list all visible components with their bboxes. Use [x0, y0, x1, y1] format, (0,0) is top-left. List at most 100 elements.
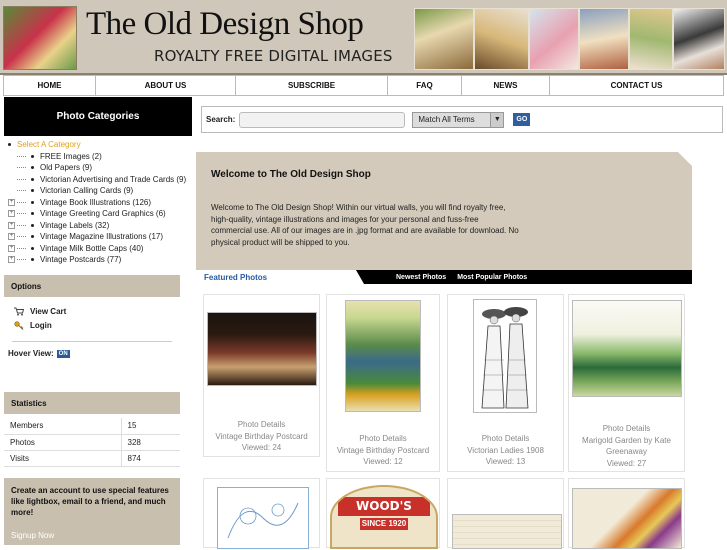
- photo-details-link[interactable]: Photo Details: [327, 433, 439, 445]
- photo-caption: Photo Details Victorian Ladies 1908 View…: [448, 433, 563, 468]
- category-item[interactable]: + Vintage Magazine Illustrations (17): [8, 231, 192, 243]
- header-collage-image: [579, 8, 629, 70]
- category-tree: Select A Category FREE Images (2) Old Pa…: [4, 136, 192, 266]
- match-terms-select[interactable]: Match All Terms ▼: [412, 111, 505, 128]
- hover-view-toggle[interactable]: Hover View: ON: [8, 349, 70, 358]
- photo-card[interactable]: Photo Details Vintage Birthday Postcard …: [326, 294, 440, 472]
- chevron-down-icon[interactable]: ▼: [490, 112, 504, 127]
- expand-icon[interactable]: +: [8, 233, 15, 241]
- bullet-icon: [31, 189, 34, 193]
- photo-caption: Photo Details Marigold Garden by Kate Gr…: [569, 423, 684, 469]
- nav-home[interactable]: HOME: [4, 76, 96, 95]
- photo-details-link[interactable]: Photo Details: [204, 419, 319, 431]
- category-label: Vintage Milk Bottle Caps (40): [40, 243, 144, 253]
- category-label: Vintage Labels (32): [40, 220, 110, 230]
- statistics-table: Members 15 Photos 328 Visits 874: [4, 418, 180, 467]
- login-label: Login: [30, 320, 52, 330]
- nav-contact-us[interactable]: CONTACT US: [550, 76, 723, 95]
- bullet-icon: [31, 166, 34, 170]
- hover-view-on-button[interactable]: ON: [56, 349, 70, 358]
- header-collage-image: [414, 8, 474, 70]
- category-root[interactable]: Select A Category: [8, 139, 192, 151]
- category-item[interactable]: + Vintage Milk Bottle Caps (40): [8, 243, 192, 255]
- photo-details-link[interactable]: Photo Details: [569, 423, 684, 435]
- nav-faq[interactable]: FAQ: [388, 76, 462, 95]
- view-cart-label: View Cart: [30, 306, 67, 316]
- category-item[interactable]: Old Papers (9): [8, 162, 192, 174]
- photo-views: Viewed: 13: [485, 457, 526, 466]
- category-label: Vintage Greeting Card Graphics (6): [40, 209, 166, 218]
- photo-title: Marigold Garden by Kate Greenaway: [582, 435, 671, 457]
- expand-icon[interactable]: +: [8, 198, 15, 206]
- site-title: The Old Design Shop: [86, 6, 364, 42]
- photo-caption: Photo Details Vintage Birthday Postcard …: [327, 433, 439, 468]
- expand-icon[interactable]: +: [8, 221, 15, 229]
- photo-card[interactable]: Photo Details Vintage Birthday Postcard …: [203, 294, 320, 457]
- go-button[interactable]: GO: [513, 113, 531, 126]
- welcome-title: Welcome to The Old Design Shop: [211, 169, 371, 180]
- photo-thumbnail[interactable]: [452, 514, 562, 549]
- stat-value: 15: [120, 418, 180, 435]
- category-item[interactable]: Victorian Calling Cards (9): [8, 185, 192, 197]
- bullet-icon: [31, 177, 34, 181]
- tab-featured-photos[interactable]: Featured Photos: [196, 270, 356, 284]
- photo-thumbnail[interactable]: WOOD'S DAIRY SINCE 1920: [330, 485, 438, 549]
- expand-icon[interactable]: +: [8, 256, 15, 264]
- statistics-panel: Statistics Members 15 Photos 328 Visits 874: [4, 392, 180, 467]
- category-label: FREE Images (2): [40, 151, 102, 161]
- photo-thumbnail[interactable]: [572, 300, 682, 397]
- bullet-icon: [31, 223, 34, 227]
- promo-text: Create an account to use special feature…: [11, 486, 169, 517]
- category-item[interactable]: Victorian Advertising and Trade Cards (9…: [8, 174, 192, 186]
- header-collage-image: [474, 8, 529, 70]
- nav-subscribe[interactable]: SUBSCRIBE: [236, 76, 388, 95]
- photo-tabs: Featured Photos Newest Photos Most Popul…: [196, 270, 692, 284]
- photo-card[interactable]: Photo Details Marigold Garden by Kate Gr…: [568, 294, 685, 472]
- tab-newest-photos[interactable]: Newest Photos: [396, 274, 446, 281]
- bullet-icon: [31, 154, 34, 158]
- photo-details-link[interactable]: Photo Details: [448, 433, 563, 445]
- bullet-icon: [31, 246, 34, 250]
- signup-link[interactable]: Signup Now: [11, 531, 54, 540]
- stat-label: Members: [4, 418, 121, 435]
- bullet-icon: [31, 258, 34, 262]
- photo-thumbnail[interactable]: [473, 299, 537, 413]
- search-input[interactable]: [239, 111, 406, 128]
- nav-news[interactable]: NEWS: [462, 76, 550, 95]
- hover-view-label: Hover View:: [8, 349, 54, 358]
- photo-thumbnail[interactable]: [345, 300, 421, 412]
- expand-icon[interactable]: +: [8, 210, 15, 218]
- photo-thumbnail[interactable]: [217, 487, 309, 549]
- tab-strip: Newest Photos Most Popular Photos: [356, 270, 692, 284]
- bullet-icon: [8, 143, 11, 147]
- photo-card[interactable]: WOOD'S DAIRY SINCE 1920: [326, 478, 440, 549]
- options-heading: Options: [4, 275, 180, 297]
- category-item[interactable]: + Vintage Postcards (77): [8, 254, 192, 266]
- category-label: Victorian Calling Cards (9): [40, 186, 134, 195]
- welcome-body: Welcome to The Old Design Shop! Within o…: [211, 203, 519, 247]
- photo-thumbnail[interactable]: [572, 488, 682, 549]
- search-label: Search:: [206, 115, 236, 124]
- site-subtitle: ROYALTY FREE DIGITAL IMAGES: [154, 47, 393, 65]
- login-link[interactable]: Login: [14, 318, 180, 332]
- expand-icon[interactable]: +: [8, 244, 15, 252]
- photo-title: Vintage Birthday Postcard: [336, 445, 430, 455]
- bullet-icon: [31, 200, 34, 204]
- category-item[interactable]: FREE Images (2): [8, 151, 192, 163]
- photo-card[interactable]: [568, 478, 685, 549]
- category-label: Vintage Book Illustrations (126): [40, 197, 152, 207]
- view-cart-link[interactable]: View Cart: [14, 304, 180, 318]
- category-label: Victorian Advertising and Trade Cards (9…: [40, 174, 187, 184]
- category-root-label: Select A Category: [17, 140, 81, 149]
- photo-thumbnail[interactable]: [207, 312, 317, 386]
- photo-title: Vintage Birthday Postcard: [215, 431, 308, 441]
- photo-card[interactable]: [203, 478, 320, 549]
- photo-views: Viewed: 27: [606, 458, 647, 468]
- category-item[interactable]: + Vintage Book Illustrations (126): [8, 197, 192, 209]
- tab-most-popular-photos[interactable]: Most Popular Photos: [457, 274, 527, 281]
- photo-card[interactable]: [447, 478, 564, 549]
- photo-card[interactable]: Photo Details Victorian Ladies 1908 View…: [447, 294, 564, 472]
- nav-about-us[interactable]: ABOUT US: [96, 76, 236, 95]
- category-item[interactable]: + Vintage Greeting Card Graphics (6): [8, 208, 192, 220]
- category-item[interactable]: + Vintage Labels (32): [8, 220, 192, 232]
